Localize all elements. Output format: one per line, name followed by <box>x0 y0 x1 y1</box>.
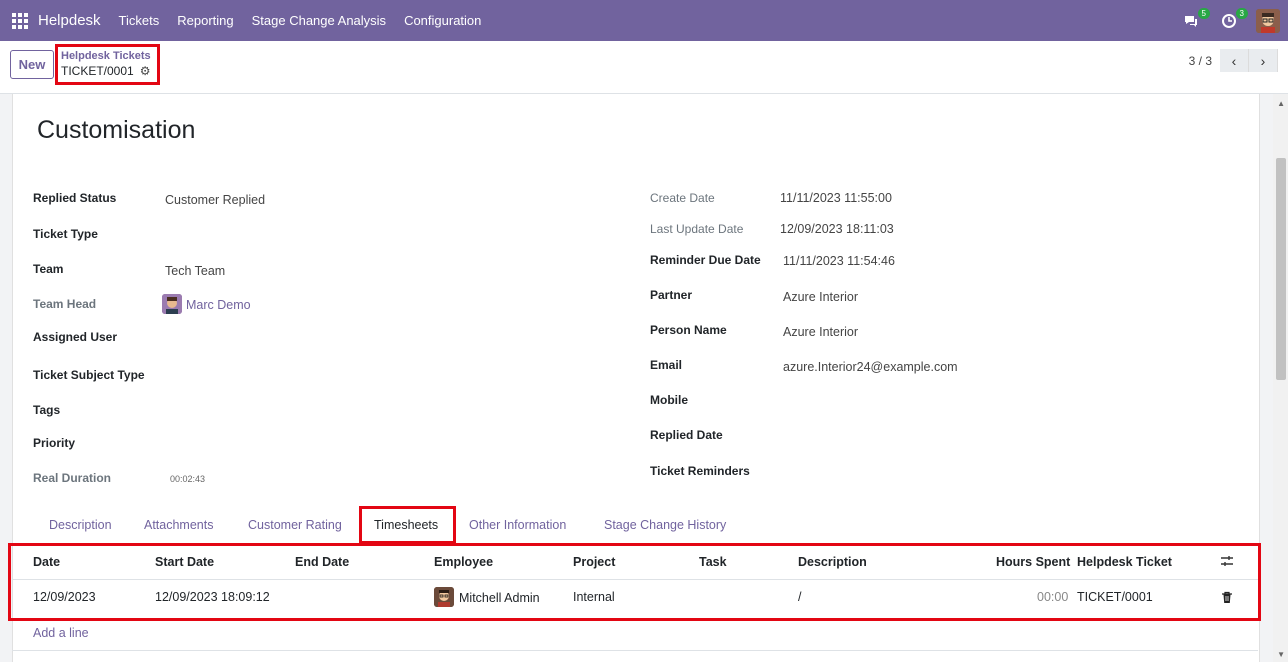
replied-status-label: Replied Status <box>33 191 117 205</box>
reminder-due-date-value[interactable]: 11/11/2023 11:54:46 <box>783 254 895 268</box>
breadcrumb: Helpdesk Tickets TICKET/0001 ⚙ <box>55 44 160 85</box>
tab-timesheets[interactable]: Timesheets <box>374 518 438 532</box>
email-label: Email <box>650 358 683 372</box>
tags-label: Tags <box>33 403 61 417</box>
add-a-line-link[interactable]: Add a line <box>33 626 89 640</box>
team-label: Team <box>33 262 64 276</box>
app-brand[interactable]: Helpdesk <box>38 12 101 29</box>
activities-badge: 3 <box>1235 7 1248 19</box>
scroll-up-arrow-icon[interactable]: ▲ <box>1277 99 1285 108</box>
tab-stage-change-history[interactable]: Stage Change History <box>604 518 726 532</box>
messaging-icon[interactable]: 5 <box>1180 7 1210 32</box>
person-name-label: Person Name <box>650 323 727 337</box>
breadcrumb-current: TICKET/0001 ⚙ <box>61 63 157 79</box>
team-value[interactable]: Tech Team <box>165 264 225 278</box>
partner-value[interactable]: Azure Interior <box>783 290 858 304</box>
scrollbar-thumb[interactable] <box>1276 158 1286 380</box>
new-button[interactable]: New <box>10 50 54 79</box>
timesheet-table-highlight <box>8 543 1261 621</box>
tab-attachments[interactable]: Attachments <box>144 518 213 532</box>
ticket-type-label: Ticket Type <box>33 227 98 241</box>
pager-previous-button[interactable]: ‹ <box>1220 49 1249 72</box>
gear-icon[interactable]: ⚙ <box>140 63 151 79</box>
person-name-value[interactable]: Azure Interior <box>783 325 858 339</box>
menu-tickets[interactable]: Tickets <box>119 13 160 28</box>
chevron-left-icon: ‹ <box>1231 52 1237 69</box>
priority-label: Priority <box>33 436 76 450</box>
messages-badge: 5 <box>1197 7 1210 19</box>
pager: 3 / 3 ‹ › <box>1189 49 1278 72</box>
team-head-link[interactable]: Marc Demo <box>186 298 251 312</box>
chevron-right-icon: › <box>1260 52 1266 69</box>
assigned-user-label: Assigned User <box>33 330 118 344</box>
user-avatar[interactable] <box>1256 8 1280 33</box>
tab-customer-rating[interactable]: Customer Rating <box>248 518 342 532</box>
mobile-label: Mobile <box>650 393 688 407</box>
ticket-reminders-label: Ticket Reminders <box>650 464 750 478</box>
partner-label: Partner <box>650 288 693 302</box>
ticket-subject-type-label: Ticket Subject Type <box>33 368 145 382</box>
email-value[interactable]: azure.Interior24@example.com <box>783 360 958 374</box>
scroll-down-arrow-icon[interactable]: ▼ <box>1277 650 1285 659</box>
real-duration-value: 00:02:43 <box>170 474 206 484</box>
menu-configuration[interactable]: Configuration <box>404 13 481 28</box>
record-name: TICKET/0001 <box>61 64 134 78</box>
activity-clock-icon[interactable]: 3 <box>1218 7 1248 32</box>
apps-grid-icon[interactable] <box>12 12 28 29</box>
pager-next-button[interactable]: › <box>1249 49 1278 72</box>
create-date-value: 11/11/2023 11:55:00 <box>780 191 892 205</box>
control-panel: New Helpdesk Tickets TICKET/0001 ⚙ 3 / 3… <box>0 41 1288 94</box>
menu-stage-change-analysis[interactable]: Stage Change Analysis <box>252 13 386 28</box>
team-head-label: Team Head <box>33 297 97 311</box>
table-bottom-divider <box>12 650 1258 651</box>
replied-date-label: Replied Date <box>650 428 723 442</box>
create-date-label: Create Date <box>650 191 715 205</box>
ticket-title[interactable]: Customisation <box>37 116 195 145</box>
main-menu: Tickets Reporting Stage Change Analysis … <box>119 13 500 28</box>
systray: 5 3 <box>1180 0 1288 41</box>
team-head-avatar <box>162 294 182 314</box>
tab-description[interactable]: Description <box>49 518 112 532</box>
breadcrumb-parent-link[interactable]: Helpdesk Tickets <box>61 50 157 63</box>
tab-other-information[interactable]: Other Information <box>469 518 566 532</box>
reminder-due-date-label: Reminder Due Date <box>650 253 761 267</box>
top-navbar: Helpdesk Tickets Reporting Stage Change … <box>0 0 1288 41</box>
last-update-date-label: Last Update Date <box>650 222 744 236</box>
last-update-date-value: 12/09/2023 18:11:03 <box>780 222 894 236</box>
real-duration-label: Real Duration <box>33 471 112 485</box>
pager-value[interactable]: 3 / 3 <box>1189 54 1212 68</box>
replied-status-value[interactable]: Customer Replied <box>165 193 265 207</box>
menu-reporting[interactable]: Reporting <box>177 13 233 28</box>
